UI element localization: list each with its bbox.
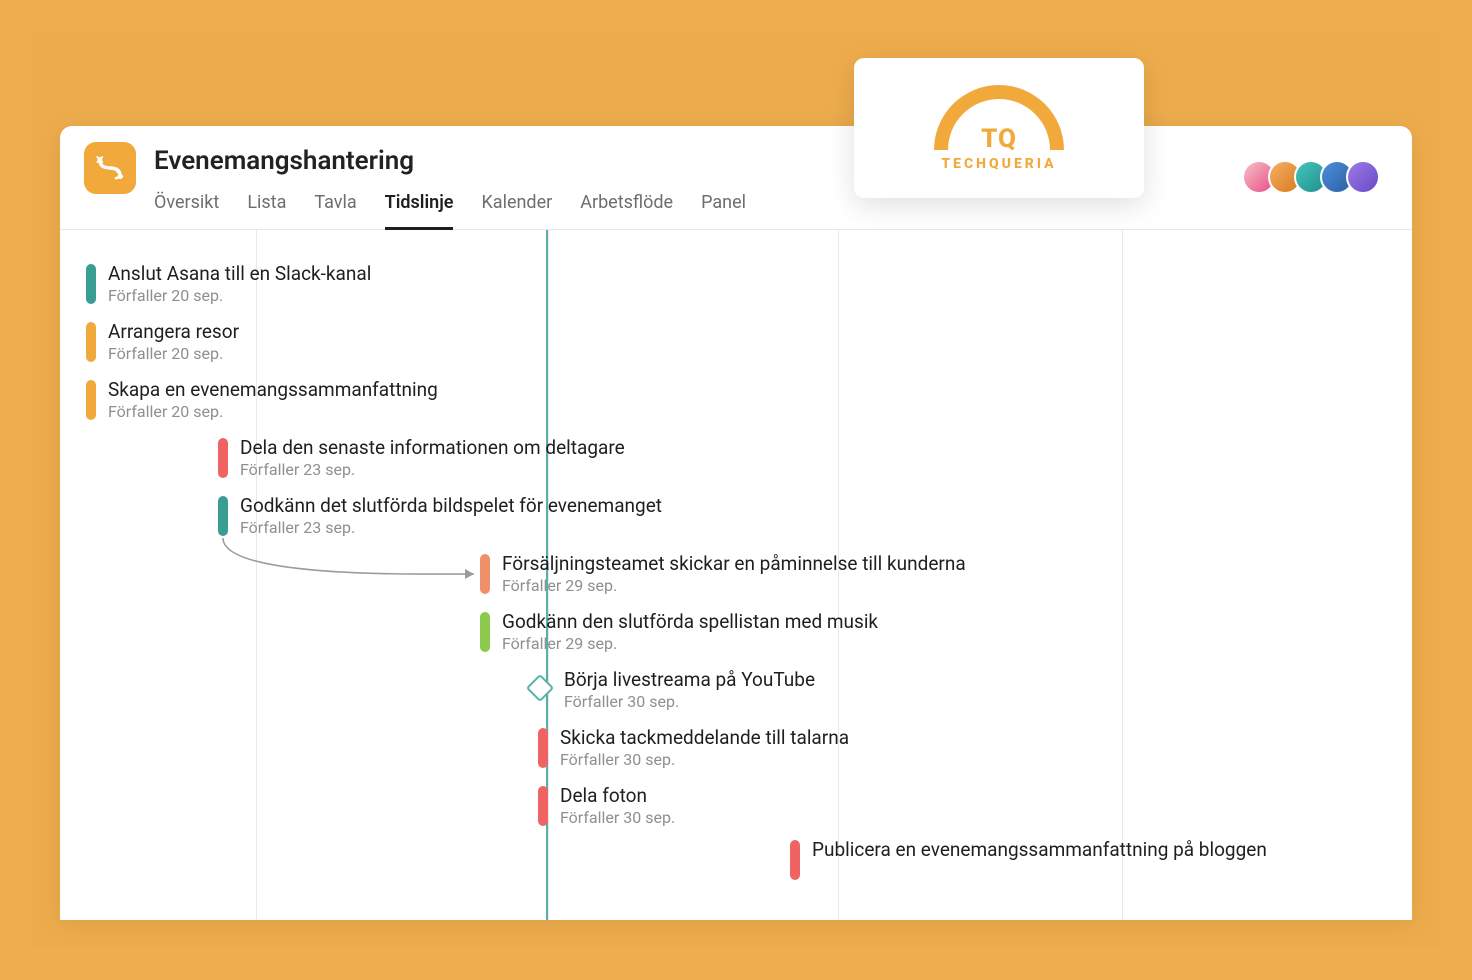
tab-lista[interactable]: Lista [247, 184, 286, 229]
milestone-icon [526, 674, 554, 702]
timeline-gridline [1122, 230, 1123, 920]
timeline-task[interactable]: Skapa en evenemangssammanfattningFörfall… [86, 378, 438, 422]
task-pill [480, 612, 490, 652]
workflow-icon [93, 151, 127, 185]
timeline-task[interactable]: Arrangera resorFörfaller 20 sep. [86, 320, 239, 364]
brand-name: TECHQUERIA [941, 156, 1056, 172]
timeline-task[interactable]: Dela fotonFörfaller 30 sep. [538, 784, 675, 828]
task-due: Förfaller 30 sep. [560, 808, 675, 828]
task-name: Arrangera resor [108, 320, 239, 344]
task-pill [218, 438, 228, 478]
task-name: Dela foton [560, 784, 675, 808]
task-name: Godkänn det slutförda bildspelet för eve… [240, 494, 662, 518]
timeline-task[interactable]: Börja livestreama på YouTubeFörfaller 30… [530, 668, 815, 712]
avatar[interactable] [1346, 160, 1380, 194]
member-avatars[interactable] [1250, 160, 1380, 194]
task-due: Förfaller 29 sep. [502, 634, 878, 654]
timeline-task[interactable]: Godkänn den slutförda spellistan med mus… [480, 610, 878, 654]
task-pill [538, 728, 548, 768]
task-pill [86, 264, 96, 304]
task-due: Förfaller 29 sep. [502, 576, 966, 596]
task-name: Skapa en evenemangssammanfattning [108, 378, 438, 402]
brand-initials: TQ [981, 124, 1017, 154]
task-pill [86, 322, 96, 362]
timeline-gridline [256, 230, 257, 920]
tab-tidslinje[interactable]: Tidslinje [385, 184, 454, 230]
timeline-task[interactable]: Godkänn det slutförda bildspelet för eve… [218, 494, 662, 538]
task-pill [538, 786, 548, 826]
tab-översikt[interactable]: Översikt [154, 184, 219, 229]
view-tabs: Översikt Lista Tavla Tidslinje Kalender Arbet… [154, 184, 1388, 229]
task-name: Godkänn den slutförda spellistan med mus… [502, 610, 878, 634]
task-due: Förfaller 23 sep. [240, 518, 662, 538]
brand-card: TQ TECHQUERIA [854, 58, 1144, 198]
task-due: Förfaller 30 sep. [564, 692, 815, 712]
timeline-task[interactable]: Publicera en evenemangssammanfattning på… [790, 838, 1267, 880]
task-pill [218, 496, 228, 536]
tab-arbetsflöde[interactable]: Arbetsflöde [580, 184, 673, 229]
tab-panel[interactable]: Panel [701, 184, 746, 229]
task-due: Förfaller 20 sep. [108, 402, 438, 422]
task-pill [480, 554, 490, 594]
task-due: Förfaller 20 sep. [108, 344, 239, 364]
task-due: Förfaller 23 sep. [240, 460, 625, 480]
tab-kalender[interactable]: Kalender [481, 184, 552, 229]
project-title[interactable]: Evenemangshantering [154, 146, 1388, 176]
task-name: Dela den senaste informationen om deltag… [240, 436, 625, 460]
timeline-task[interactable]: Skicka tackmeddelande till talarnaFörfal… [538, 726, 849, 770]
task-due: Förfaller 20 sep. [108, 286, 371, 306]
task-name: Börja livestreama på YouTube [564, 668, 815, 692]
tab-tavla[interactable]: Tavla [314, 184, 356, 229]
task-name: Försäljningsteamet skickar en påminnelse… [502, 552, 966, 576]
task-pill [86, 380, 96, 420]
app-window: Evenemangshantering Översikt Lista Tavla Ti… [60, 126, 1412, 920]
task-due: Förfaller 30 sep. [560, 750, 849, 770]
timeline-task[interactable]: Försäljningsteamet skickar en påminnelse… [480, 552, 966, 596]
project-icon[interactable] [84, 142, 136, 194]
task-pill [790, 840, 800, 880]
task-name: Anslut Asana till en Slack-kanal [108, 262, 371, 286]
task-name: Publicera en evenemangssammanfattning på… [812, 838, 1267, 862]
project-header: Evenemangshantering Översikt Lista Tavla Ti… [60, 126, 1412, 230]
brand-logo-icon: TQ [934, 85, 1064, 150]
timeline-canvas[interactable]: Anslut Asana till en Slack-kanalFörfalle… [60, 230, 1412, 920]
timeline-task[interactable]: Anslut Asana till en Slack-kanalFörfalle… [86, 262, 371, 306]
timeline-task[interactable]: Dela den senaste informationen om deltag… [218, 436, 625, 480]
task-name: Skicka tackmeddelande till talarna [560, 726, 849, 750]
